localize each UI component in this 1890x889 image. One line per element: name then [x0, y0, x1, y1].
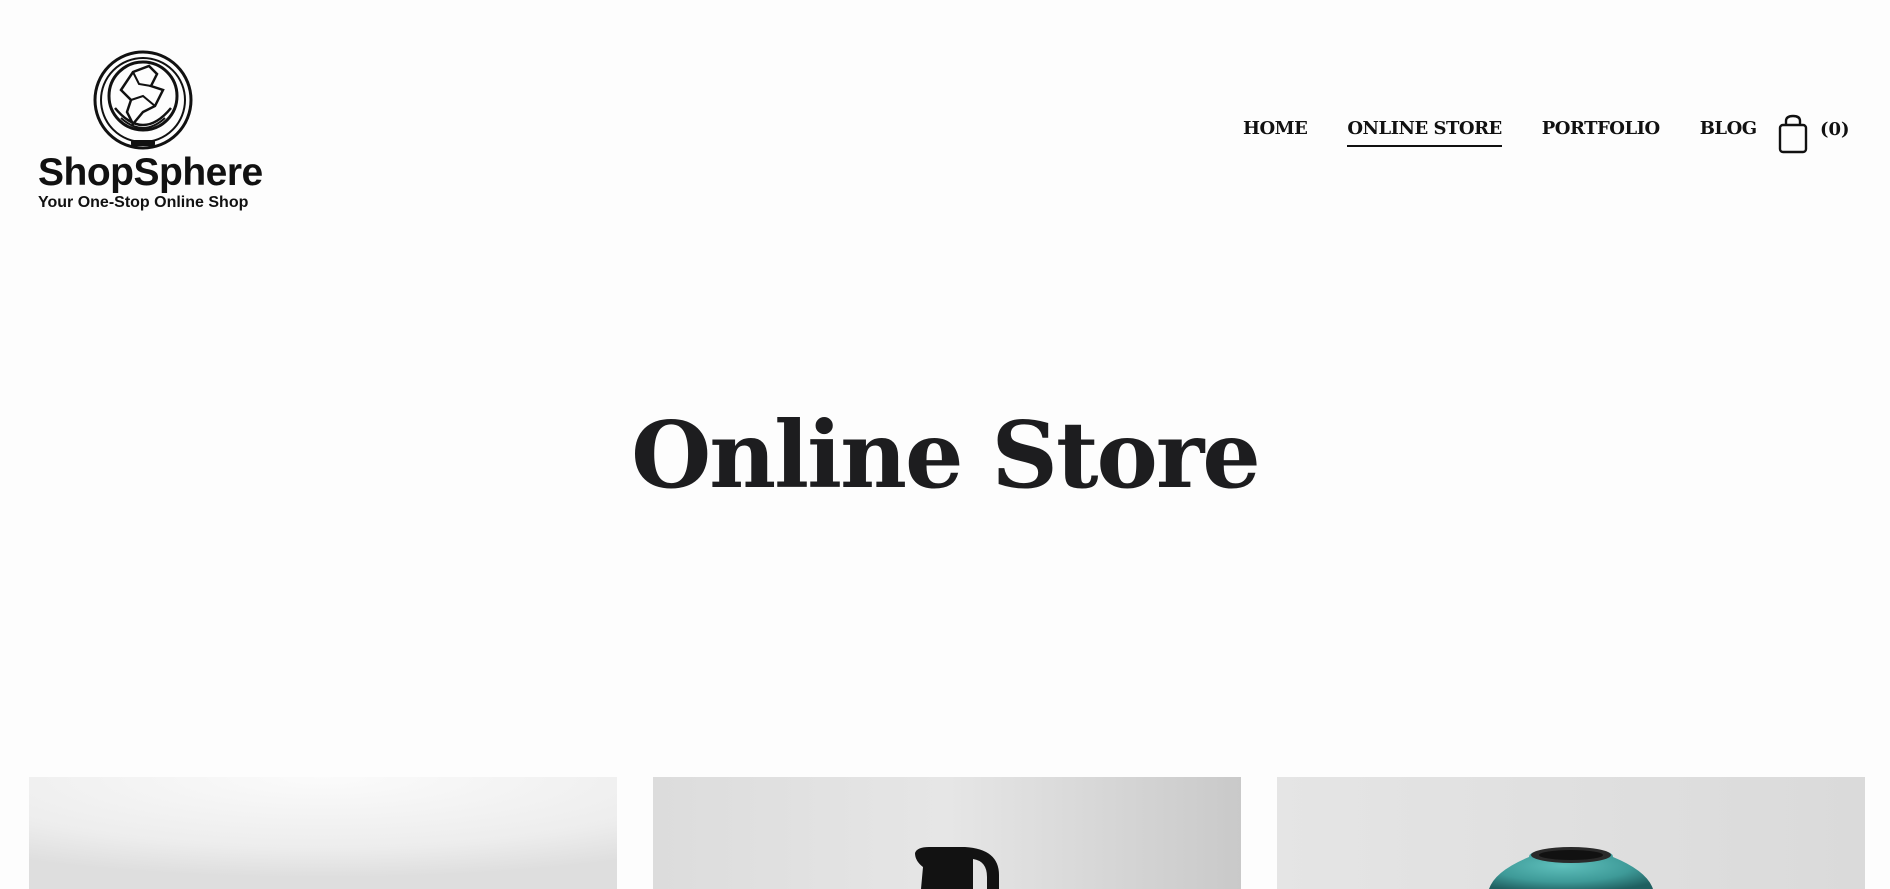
teal-vase-product-image — [1277, 777, 1865, 889]
globe-logo-icon — [93, 50, 193, 150]
main-nav: HOME ONLINE STORE PORTFOLIO BLOG — [1243, 118, 1797, 147]
nav-item-home[interactable]: HOME — [1243, 118, 1308, 147]
nav-item-portfolio[interactable]: PORTFOLIO — [1542, 118, 1660, 147]
shopping-bag-icon — [1778, 114, 1808, 154]
white-backdrop-product-image — [29, 777, 617, 889]
cart-button[interactable]: (0) — [1776, 114, 1850, 154]
nav-item-blog[interactable]: BLOG — [1700, 118, 1757, 147]
site-logo[interactable]: ShopSphere Your One-Stop Online Shop — [38, 50, 263, 214]
logo-tagline: Your One-Stop Online Shop — [38, 194, 249, 211]
logo-name: ShopSphere — [38, 151, 263, 194]
cart-count: (0) — [1820, 119, 1850, 140]
product-grid — [29, 777, 1865, 889]
nav-item-online-store[interactable]: ONLINE STORE — [1347, 118, 1502, 147]
product-card-3[interactable] — [1277, 777, 1865, 889]
product-card-1[interactable] — [29, 777, 617, 889]
black-pitcher-product-image — [653, 777, 1241, 889]
product-card-2[interactable] — [653, 777, 1241, 889]
page-title: Online Store — [631, 401, 1261, 509]
